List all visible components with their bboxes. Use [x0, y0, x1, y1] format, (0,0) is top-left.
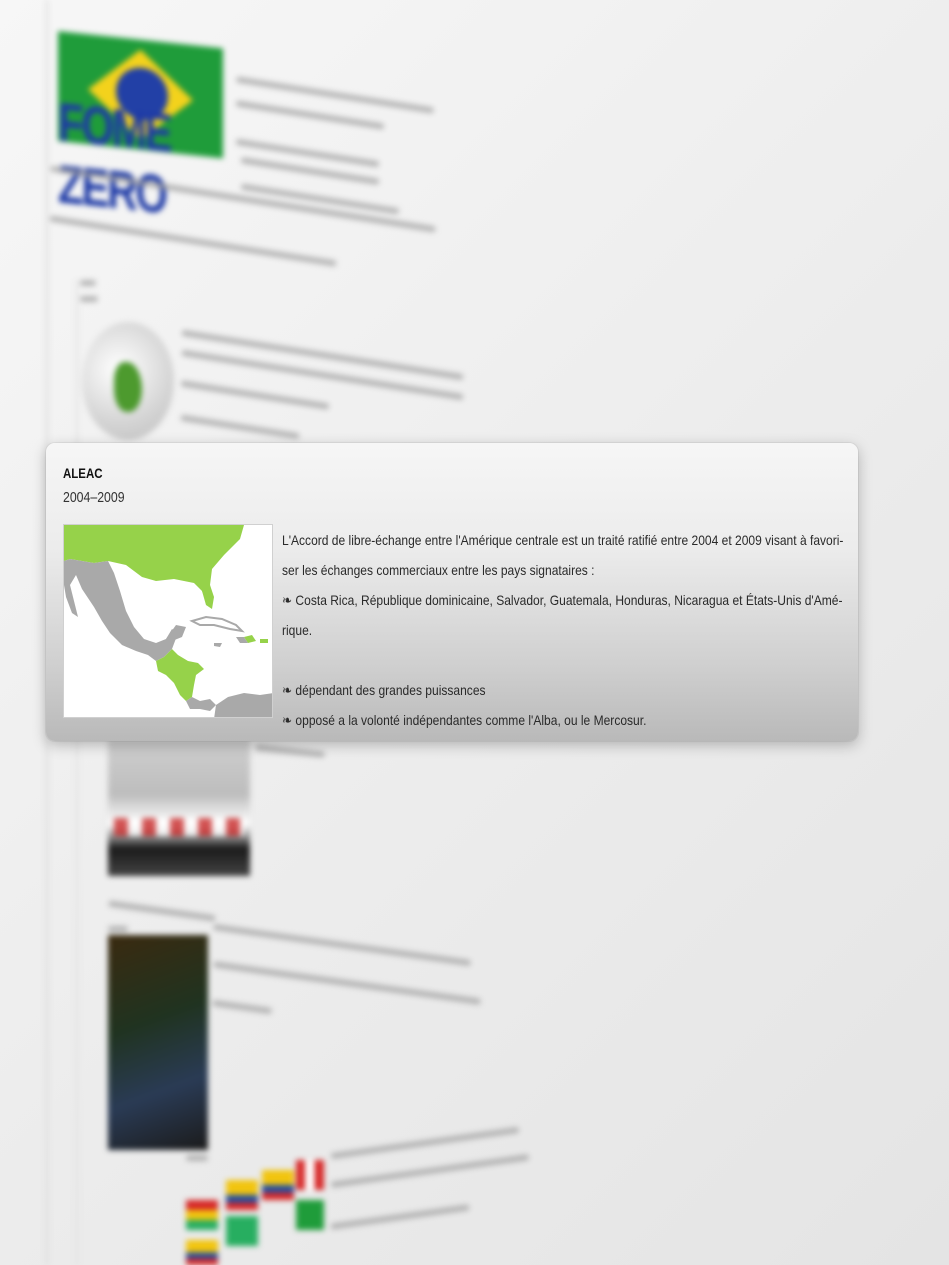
blurred-text-line — [235, 100, 385, 130]
globe-image — [82, 322, 174, 440]
central-america-map — [63, 524, 273, 718]
blurred-text-line — [254, 744, 326, 758]
blurred-text-line — [80, 280, 96, 286]
portrait-photo — [108, 935, 208, 1150]
blurred-text-line — [180, 380, 330, 410]
bullet-item: ❧ opposé a la volonté indépendantes comm… — [282, 712, 647, 728]
blurred-text-line — [80, 296, 98, 302]
mural-banner-strip — [114, 818, 244, 836]
blurred-text-line — [212, 961, 482, 1005]
blurred-text-line — [330, 1126, 520, 1160]
card-years: 2004–2009 — [63, 489, 125, 506]
blurred-text-line — [330, 1204, 470, 1230]
member-flags-image — [186, 1160, 326, 1265]
map-puerto-rico — [260, 639, 268, 643]
blurred-text-line — [211, 999, 273, 1015]
blurred-text-line — [108, 900, 216, 922]
logo-wordmark: FOME ZERO — [58, 92, 171, 226]
description-line: ser les échanges commerciaux entre les p… — [282, 562, 595, 578]
blurred-text-line — [180, 414, 300, 440]
blurred-text-line — [330, 1154, 530, 1188]
map-svg — [64, 525, 272, 717]
mural-photo — [108, 740, 250, 876]
card-title: ALEAC — [63, 465, 103, 481]
aleac-popup-card[interactable]: ALEAC 2004–2009 L'Accord de libre-échang… — [46, 443, 858, 741]
description-line: rique. — [282, 622, 313, 638]
description-line: ❧ Costa Rica, République dominicaine, Sa… — [282, 592, 843, 608]
timeline-rule — [76, 280, 78, 1265]
description-line: L'Accord de libre-échange entre l'Amériq… — [282, 532, 844, 548]
blurred-text-line — [212, 923, 472, 967]
blurred-text-line — [108, 926, 128, 932]
card-description: L'Accord de libre-échange entre l'Amériq… — [282, 525, 844, 735]
bullet-item: ❧ dépendant des grandes puissances — [282, 682, 486, 698]
blurred-text-line — [49, 215, 337, 267]
